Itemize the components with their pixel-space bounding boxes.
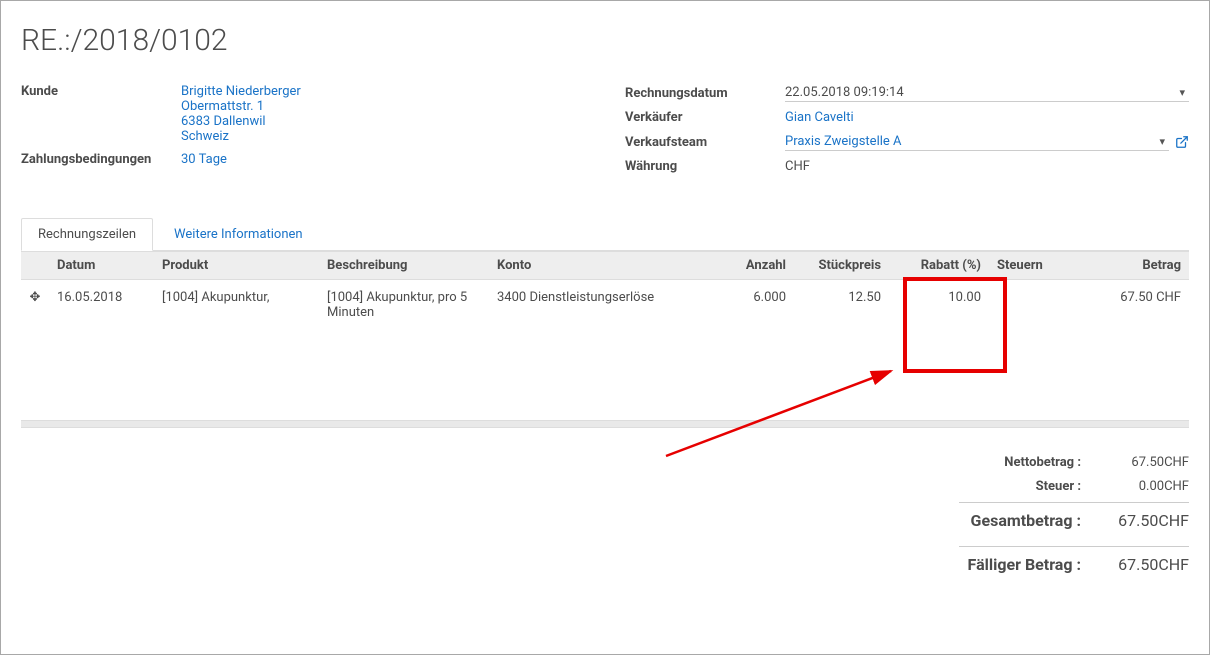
page-title: RE.:/2018/0102 (21, 23, 1189, 58)
col-unit-price: Stückpreis (794, 252, 889, 280)
cell-taxes[interactable] (989, 280, 1059, 331)
customer-name[interactable]: Brigitte Niederberger (181, 84, 585, 99)
customer-city[interactable]: 6383 Dallenwil (181, 114, 585, 129)
cell-unit-price[interactable]: 12.50 (794, 280, 889, 331)
col-description: Beschreibung (319, 252, 489, 280)
sales-team-select[interactable]: Praxis Zweigstelle A ▾ (785, 133, 1169, 151)
invoice-lines-table: Datum Produkt Beschreibung Konto Anzahl … (21, 251, 1189, 330)
net-value: 67.50CHF (1099, 455, 1189, 470)
cell-qty[interactable]: 6.000 (724, 280, 794, 331)
tab-invoice-lines[interactable]: Rechnungszeilen (21, 218, 153, 251)
col-taxes: Steuern (989, 252, 1059, 280)
sales-team-value[interactable]: Praxis Zweigstelle A (785, 134, 1155, 149)
due-label: Fälliger Betrag : (959, 555, 1099, 574)
col-account: Konto (489, 252, 724, 280)
cell-account[interactable]: 3400 Dienstleistungserlöse (489, 280, 724, 331)
due-value: 67.50CHF (1099, 555, 1189, 574)
col-discount: Rabatt (%) (889, 252, 989, 280)
net-label: Nettobetrag : (959, 455, 1099, 470)
label-customer: Kunde (21, 84, 181, 144)
customer-value[interactable]: Brigitte Niederberger Obermattstr. 1 638… (181, 84, 585, 144)
caret-down-icon[interactable]: ▾ (1175, 86, 1189, 99)
total-label: Gesamtbetrag : (959, 511, 1099, 530)
external-link-icon[interactable] (1175, 135, 1189, 149)
cell-description[interactable]: [1004] Akupunktur, pro 5 Minuten (319, 280, 489, 331)
col-amount: Betrag (1059, 252, 1189, 280)
label-sales-team: Verkaufsteam (625, 135, 785, 150)
cell-product[interactable]: [1004] Akupunktur, (154, 280, 319, 331)
caret-down-icon[interactable]: ▾ (1155, 135, 1169, 148)
tax-value: 0.00CHF (1099, 479, 1189, 494)
col-date: Datum (49, 252, 154, 280)
total-value: 67.50CHF (1099, 511, 1189, 530)
customer-country[interactable]: Schweiz (181, 129, 585, 144)
invoice-date-value[interactable]: 22.05.2018 09:19:14 (785, 85, 1175, 100)
col-handle (21, 252, 49, 280)
currency-value: CHF (785, 159, 1189, 174)
divider (21, 420, 1189, 428)
label-salesperson: Verkäufer (625, 110, 785, 125)
drag-handle-icon[interactable]: ✥ (30, 290, 41, 305)
col-product: Produkt (154, 252, 319, 280)
payment-terms-value[interactable]: 30 Tage (181, 152, 227, 167)
salesperson-value[interactable]: Gian Cavelti (785, 110, 854, 125)
invoice-date-input[interactable]: 22.05.2018 09:19:14 ▾ (785, 84, 1189, 102)
totals-block: Nettobetrag : 67.50CHF Steuer : 0.00CHF … (959, 452, 1189, 580)
cell-date[interactable]: 16.05.2018 (49, 280, 154, 331)
label-invoice-date: Rechnungsdatum (625, 86, 785, 101)
label-payment-terms: Zahlungsbedingungen (21, 152, 181, 167)
label-currency: Währung (625, 159, 785, 174)
table-row[interactable]: ✥ 16.05.2018 [1004] Akupunktur, [1004] A… (21, 280, 1189, 331)
cell-discount[interactable]: 10.00 (889, 280, 989, 331)
tab-other-info[interactable]: Weitere Informationen (157, 218, 320, 250)
col-qty: Anzahl (724, 252, 794, 280)
customer-street[interactable]: Obermattstr. 1 (181, 99, 585, 114)
cell-amount[interactable]: 67.50 CHF (1059, 280, 1189, 331)
tax-label: Steuer : (959, 479, 1099, 494)
